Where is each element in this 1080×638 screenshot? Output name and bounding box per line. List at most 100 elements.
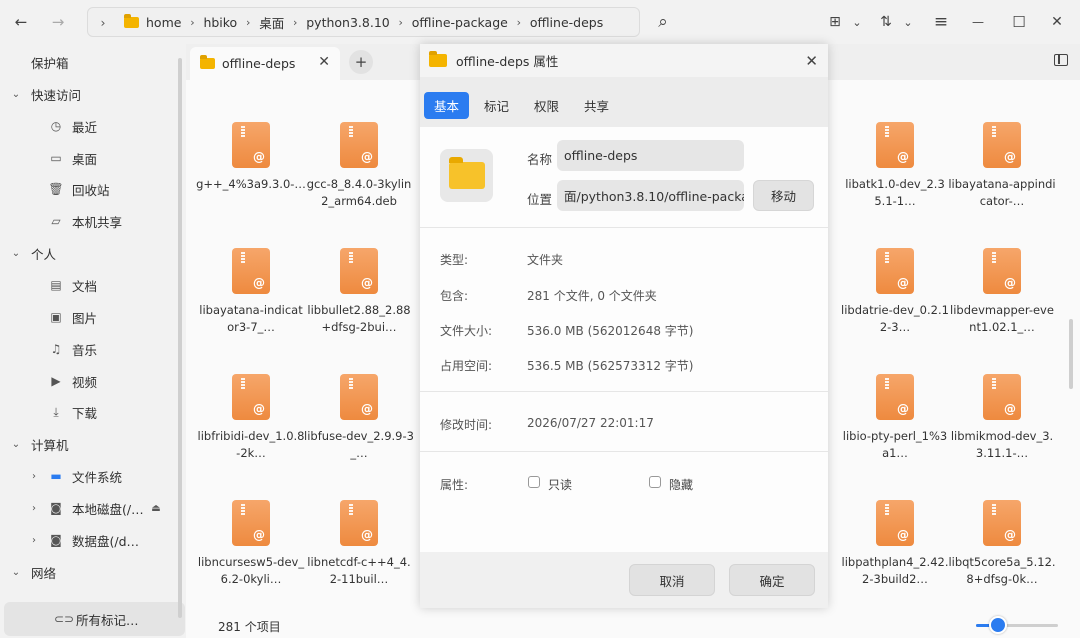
- file-item[interactable]: libncursesw5-dev_6.2-0kyli…: [196, 500, 306, 588]
- breadcrumb-desktop[interactable]: 桌面: [259, 13, 284, 32]
- ok-button[interactable]: 确定: [729, 564, 815, 596]
- chevron-right-icon[interactable]: ›: [28, 535, 40, 546]
- tab-offline-deps[interactable]: offline-deps ✕: [190, 47, 340, 80]
- file-item[interactable]: libayatana-indicator3-7_…: [196, 248, 306, 336]
- sidebar-item-label: 最近: [72, 119, 98, 135]
- file-name: libfuse-dev_2.9.9-3_…: [304, 429, 414, 460]
- folder-preview: [440, 149, 493, 202]
- maximize-icon[interactable]: ☐: [1008, 10, 1030, 34]
- tab-permissions[interactable]: 权限: [524, 92, 569, 119]
- file-item[interactable]: g++_4%3a9.3.0-…: [196, 122, 306, 210]
- file-item[interactable]: libfuse-dev_2.9.9-3_…: [304, 374, 414, 462]
- details-panel-icon[interactable]: [1054, 54, 1068, 66]
- sidebar-group-personal[interactable]: ⌄ 个人: [0, 238, 186, 268]
- breadcrumb-expand-icon[interactable]: ›: [94, 15, 112, 30]
- file-item[interactable]: libatk1.0-dev_2.35.1-1…: [840, 122, 950, 210]
- forward-arrow-icon[interactable]: →: [45, 9, 71, 35]
- file-item[interactable]: libdevmapper-event1.02.1_…: [947, 248, 1057, 336]
- file-name: libqt5core5a_5.12.8+dfsg-0k…: [948, 555, 1056, 586]
- grid-view-icon[interactable]: ⊞: [826, 10, 844, 34]
- tab-tags[interactable]: 标记: [474, 92, 519, 119]
- sidebar-item-vault[interactable]: 保护箱: [0, 47, 186, 77]
- sidebar-item-data-disk[interactable]: › ◙ 数据盘(/d…: [0, 525, 186, 555]
- sidebar-item-filesystem[interactable]: › ▬ 文件系统: [0, 461, 186, 491]
- file-item[interactable]: libio-pty-perl_1%3a1…: [840, 374, 950, 462]
- chevron-down-icon[interactable]: ⌄: [10, 248, 22, 259]
- chevron-down-icon[interactable]: ⌄: [10, 89, 22, 100]
- search-icon[interactable]: ⌕: [652, 10, 674, 34]
- chevron-right-icon[interactable]: ›: [28, 471, 40, 482]
- monitor-icon: ▭: [50, 151, 62, 165]
- file-item[interactable]: libnetcdf-c++4_4.2-11buil…: [304, 500, 414, 588]
- chevron-down-icon[interactable]: ⌄: [849, 10, 865, 34]
- chevron-down-icon[interactable]: ⌄: [900, 10, 916, 34]
- readonly-checkbox[interactable]: [528, 476, 540, 488]
- breadcrumb-python[interactable]: python3.8.10: [306, 15, 389, 30]
- tab-share[interactable]: 共享: [574, 92, 619, 119]
- chevron-right-icon[interactable]: ›: [28, 503, 40, 514]
- add-tab-button[interactable]: +: [349, 50, 373, 74]
- clock-icon: ◷: [50, 119, 62, 133]
- sidebar-group-network[interactable]: ⌄ 网络: [0, 557, 186, 587]
- sidebar-item-local-share[interactable]: ▱ 本机共享: [0, 206, 186, 236]
- name-field[interactable]: offline-deps: [557, 140, 744, 171]
- sidebar-item-documents[interactable]: ▤ 文档: [0, 270, 186, 300]
- sidebar-item-recent[interactable]: ◷ 最近: [0, 111, 186, 141]
- location-field[interactable]: 面/python3.8.10/offline-package: [557, 180, 744, 211]
- folder-share-icon: ▱: [51, 214, 61, 228]
- window-close-icon[interactable]: ✕: [1046, 10, 1068, 34]
- sidebar-item-label: 数据盘(/d…: [72, 533, 140, 549]
- file-item[interactable]: libmikmod-dev_3.3.11.1-…: [947, 374, 1057, 462]
- chevron-right-icon: ›: [398, 15, 403, 29]
- sidebar-group-quick-access[interactable]: ⌄ 快速访问: [0, 79, 186, 109]
- zoom-slider-handle[interactable]: [989, 616, 1008, 634]
- sidebar-item-videos[interactable]: ▶ 视频: [0, 366, 186, 396]
- sidebar-item-pictures[interactable]: ▣ 图片: [0, 302, 186, 332]
- file-item[interactable]: libqt5core5a_5.12.8+dfsg-0k…: [947, 500, 1057, 588]
- sidebar-item-music[interactable]: ♫ 音乐: [0, 334, 186, 364]
- chevron-down-icon[interactable]: ⌄: [10, 567, 22, 578]
- cancel-button[interactable]: 取消: [629, 564, 715, 596]
- move-button[interactable]: 移动: [753, 180, 814, 211]
- file-name: libio-pty-perl_1%3a1…: [842, 429, 948, 460]
- file-view-scrollbar[interactable]: [1069, 319, 1073, 389]
- breadcrumb-home[interactable]: home: [124, 13, 181, 30]
- contains-key: 包含:: [440, 289, 469, 303]
- file-item[interactable]: libbullet2.88_2.88+dfsg-2bui…: [304, 248, 414, 336]
- breadcrumb-offline-package[interactable]: offline-package: [412, 15, 508, 30]
- menu-icon[interactable]: ≡: [931, 10, 951, 34]
- file-name: libdatrie-dev_0.2.12-3…: [841, 303, 949, 334]
- deb-package-icon: [232, 374, 270, 420]
- sidebar-item-desktop[interactable]: ▭ 桌面: [0, 143, 186, 173]
- chevron-right-icon: ›: [190, 15, 195, 29]
- sidebar-item-local-disk[interactable]: › ◙ 本地磁盘(/… ⏏: [0, 493, 186, 523]
- size-value: 536.0 MB (562012648 字节): [527, 324, 694, 338]
- title-bar: ← → › home › hbiko › 桌面 › python3.8.10 ›…: [0, 0, 1080, 44]
- sort-icon[interactable]: ⇅: [877, 10, 895, 34]
- breadcrumb-offline-deps[interactable]: offline-deps: [530, 15, 603, 30]
- chevron-right-icon: ›: [516, 15, 522, 29]
- file-item[interactable]: libdatrie-dev_0.2.12-3…: [840, 248, 950, 336]
- minimize-icon[interactable]: —: [967, 10, 989, 34]
- file-item[interactable]: libfribidi-dev_1.0.8-2k…: [196, 374, 306, 462]
- file-name: libbullet2.88_2.88+dfsg-2bui…: [307, 303, 411, 334]
- tab-basic[interactable]: 基本: [424, 92, 470, 119]
- sidebar-group-label: 个人: [31, 246, 57, 262]
- sidebar-item-all-tags[interactable]: ⊂⊃ 所有标记…: [4, 602, 185, 636]
- sidebar-item-downloads[interactable]: ⤓ 下载: [0, 397, 186, 427]
- file-item[interactable]: libpathplan4_2.42.2-3build2…: [840, 500, 950, 588]
- sidebar-scrollbar[interactable]: [178, 58, 182, 618]
- file-item[interactable]: libayatana-appindicator-…: [947, 122, 1057, 210]
- chevron-down-icon[interactable]: ⌄: [10, 439, 22, 450]
- sidebar-group-computer[interactable]: ⌄ 计算机: [0, 429, 186, 459]
- file-item[interactable]: gcc-8_8.4.0-3kylin2_arm64.deb: [304, 122, 414, 210]
- close-icon[interactable]: ✕: [805, 52, 818, 70]
- back-arrow-icon[interactable]: ←: [8, 9, 34, 35]
- deb-package-icon: [983, 374, 1021, 420]
- close-icon[interactable]: ✕: [318, 54, 330, 70]
- eject-icon[interactable]: ⏏: [148, 503, 164, 514]
- sidebar-item-trash[interactable]: 🗑 回收站: [0, 174, 186, 204]
- hidden-checkbox[interactable]: [649, 476, 661, 488]
- breadcrumb-hbiko[interactable]: hbiko: [203, 15, 237, 30]
- sidebar-item-label: 视频: [72, 374, 98, 390]
